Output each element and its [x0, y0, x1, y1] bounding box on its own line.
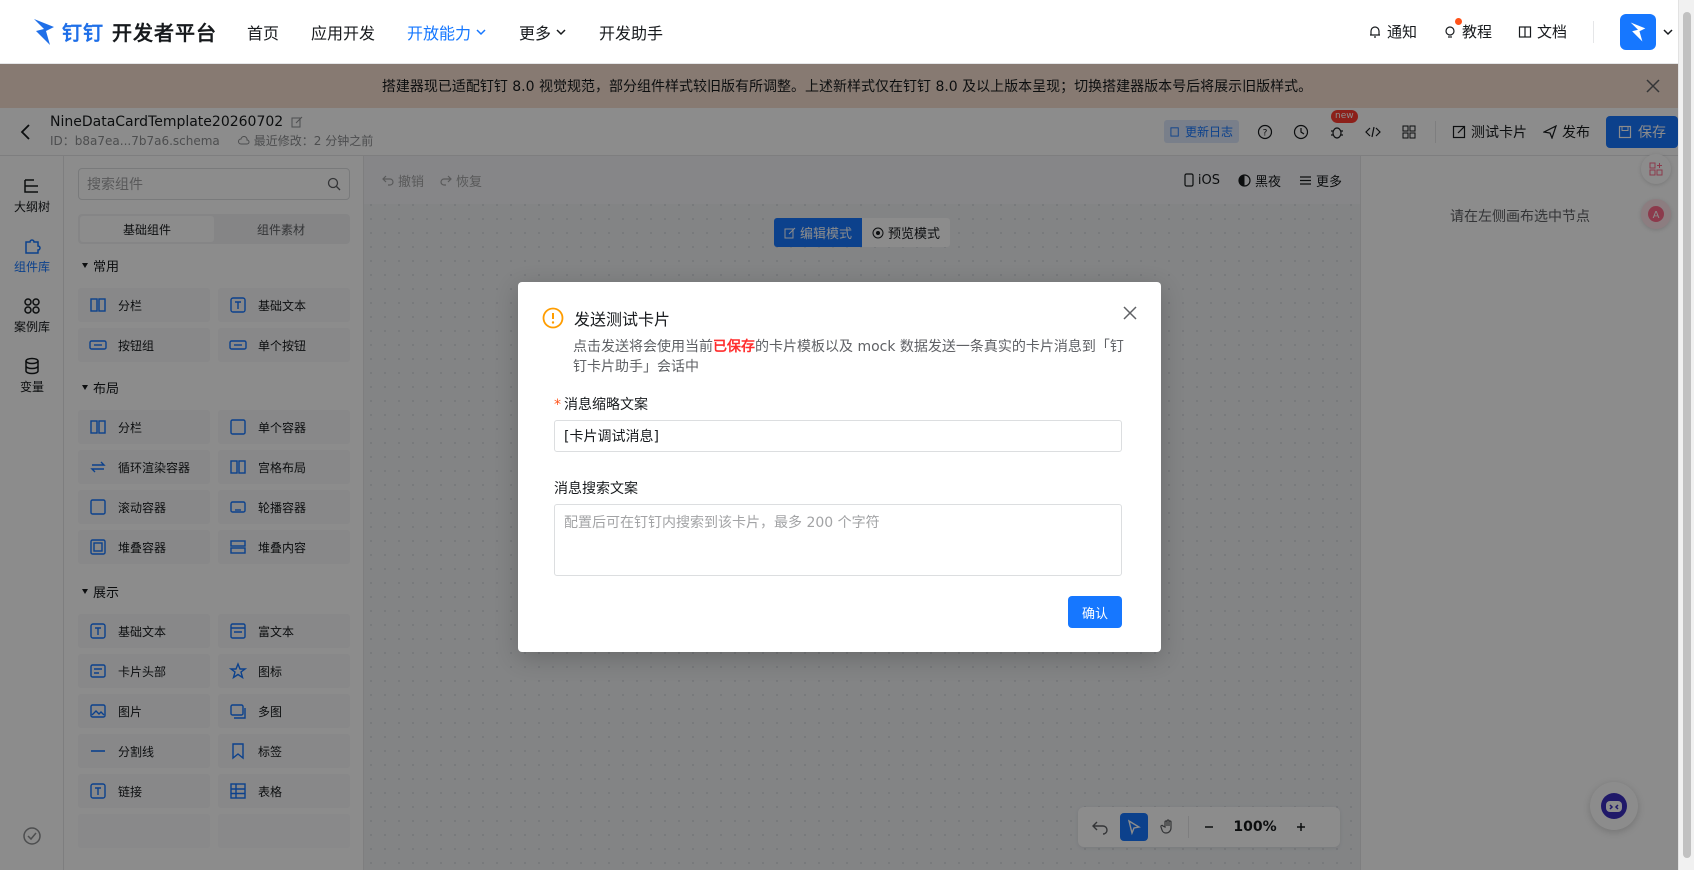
summary-value: [卡片调试消息] — [564, 429, 659, 445]
logo-brand: 钉钉 — [62, 21, 104, 45]
send-test-card-dialog: 发送测试卡片 点击发送将会使用当前已保存的卡片模板以及 mock 数据发送一条真… — [518, 282, 1161, 652]
menu-app-dev[interactable]: 应用开发 — [311, 20, 375, 44]
chevron-down-icon — [1663, 28, 1673, 35]
nav-right: 通知 教程 文档 — [1368, 13, 1674, 50]
dingtalk-logo-icon — [34, 18, 54, 45]
warning-icon — [542, 307, 564, 329]
docs-link[interactable]: 文档 — [1518, 21, 1567, 42]
search-text-textarea[interactable]: 配置后可在钉钉内搜索到该卡片，最多 200 个字符 — [554, 504, 1122, 576]
bell-icon — [1369, 25, 1380, 38]
chevron-down-icon — [476, 28, 486, 35]
menu-open-capability[interactable]: 开放能力 — [407, 20, 487, 44]
confirm-button[interactable]: 确认 — [1068, 596, 1122, 628]
desc-part: 点击发送将会使用当前 — [573, 339, 713, 355]
dialog-description: 点击发送将会使用当前已保存的卡片模板以及 mock 数据发送一条真实的卡片消息到… — [573, 337, 1133, 377]
menu-home-label: 首页 — [246, 23, 279, 43]
docs-label: 文档 — [1536, 23, 1567, 41]
menu-more[interactable]: 更多 — [519, 20, 567, 44]
bulb-icon — [1445, 25, 1455, 38]
search-text-label-text: 消息搜索文案 — [554, 481, 638, 497]
required-mark: * — [554, 397, 561, 413]
dialog-title-text: 发送测试卡片 — [574, 310, 671, 329]
dialog-title: 发送测试卡片 — [542, 306, 670, 330]
user-menu[interactable] — [1620, 13, 1674, 50]
search-text-placeholder: 配置后可在钉钉内搜索到该卡片，最多 200 个字符 — [564, 515, 880, 531]
notify-link[interactable]: 通知 — [1368, 21, 1417, 42]
book-icon — [1518, 25, 1532, 38]
confirm-label: 确认 — [1081, 606, 1108, 622]
summary-label: * 消息缩略文案 — [554, 394, 648, 414]
nav-divider — [1593, 20, 1594, 43]
chevron-down-icon — [556, 28, 566, 35]
scrollbar-thumb[interactable] — [1683, 12, 1691, 858]
menu-open-capability-label: 开放能力 — [407, 23, 472, 43]
close-icon[interactable] — [1121, 304, 1139, 322]
notify-label: 通知 — [1386, 23, 1417, 41]
menu-dev-assistant-label: 开发助手 — [599, 23, 664, 43]
tutorial-link[interactable]: 教程 — [1443, 18, 1492, 42]
menu-home[interactable]: 首页 — [247, 20, 279, 44]
menu-more-label: 更多 — [519, 23, 552, 43]
dingtalk-avatar-icon — [1630, 21, 1646, 42]
avatar — [1620, 13, 1656, 50]
menu-dev-assistant[interactable]: 开发助手 — [599, 20, 663, 44]
search-text-label: 消息搜索文案 — [554, 478, 638, 498]
dingtalk-logo[interactable]: 钉钉 开发者平台 — [32, 17, 217, 47]
main-menu: 首页 应用开发 开放能力 更多 开发助手 — [247, 20, 663, 44]
desc-saved-highlight: 已保存 — [713, 339, 755, 355]
summary-input[interactable]: [卡片调试消息] — [554, 420, 1122, 452]
top-navigation: 钉钉 开发者平台 首页 应用开发 开放能力 更多 开发助手 通知 教程 文档 — [0, 0, 1694, 64]
tutorial-label: 教程 — [1461, 23, 1492, 41]
logo-suffix: 开发者平台 — [111, 21, 217, 45]
menu-app-dev-label: 应用开发 — [310, 23, 375, 43]
summary-label-text: 消息缩略文案 — [564, 397, 648, 413]
page-scrollbar[interactable] — [1678, 0, 1694, 870]
tutorial-red-dot — [1454, 18, 1462, 25]
